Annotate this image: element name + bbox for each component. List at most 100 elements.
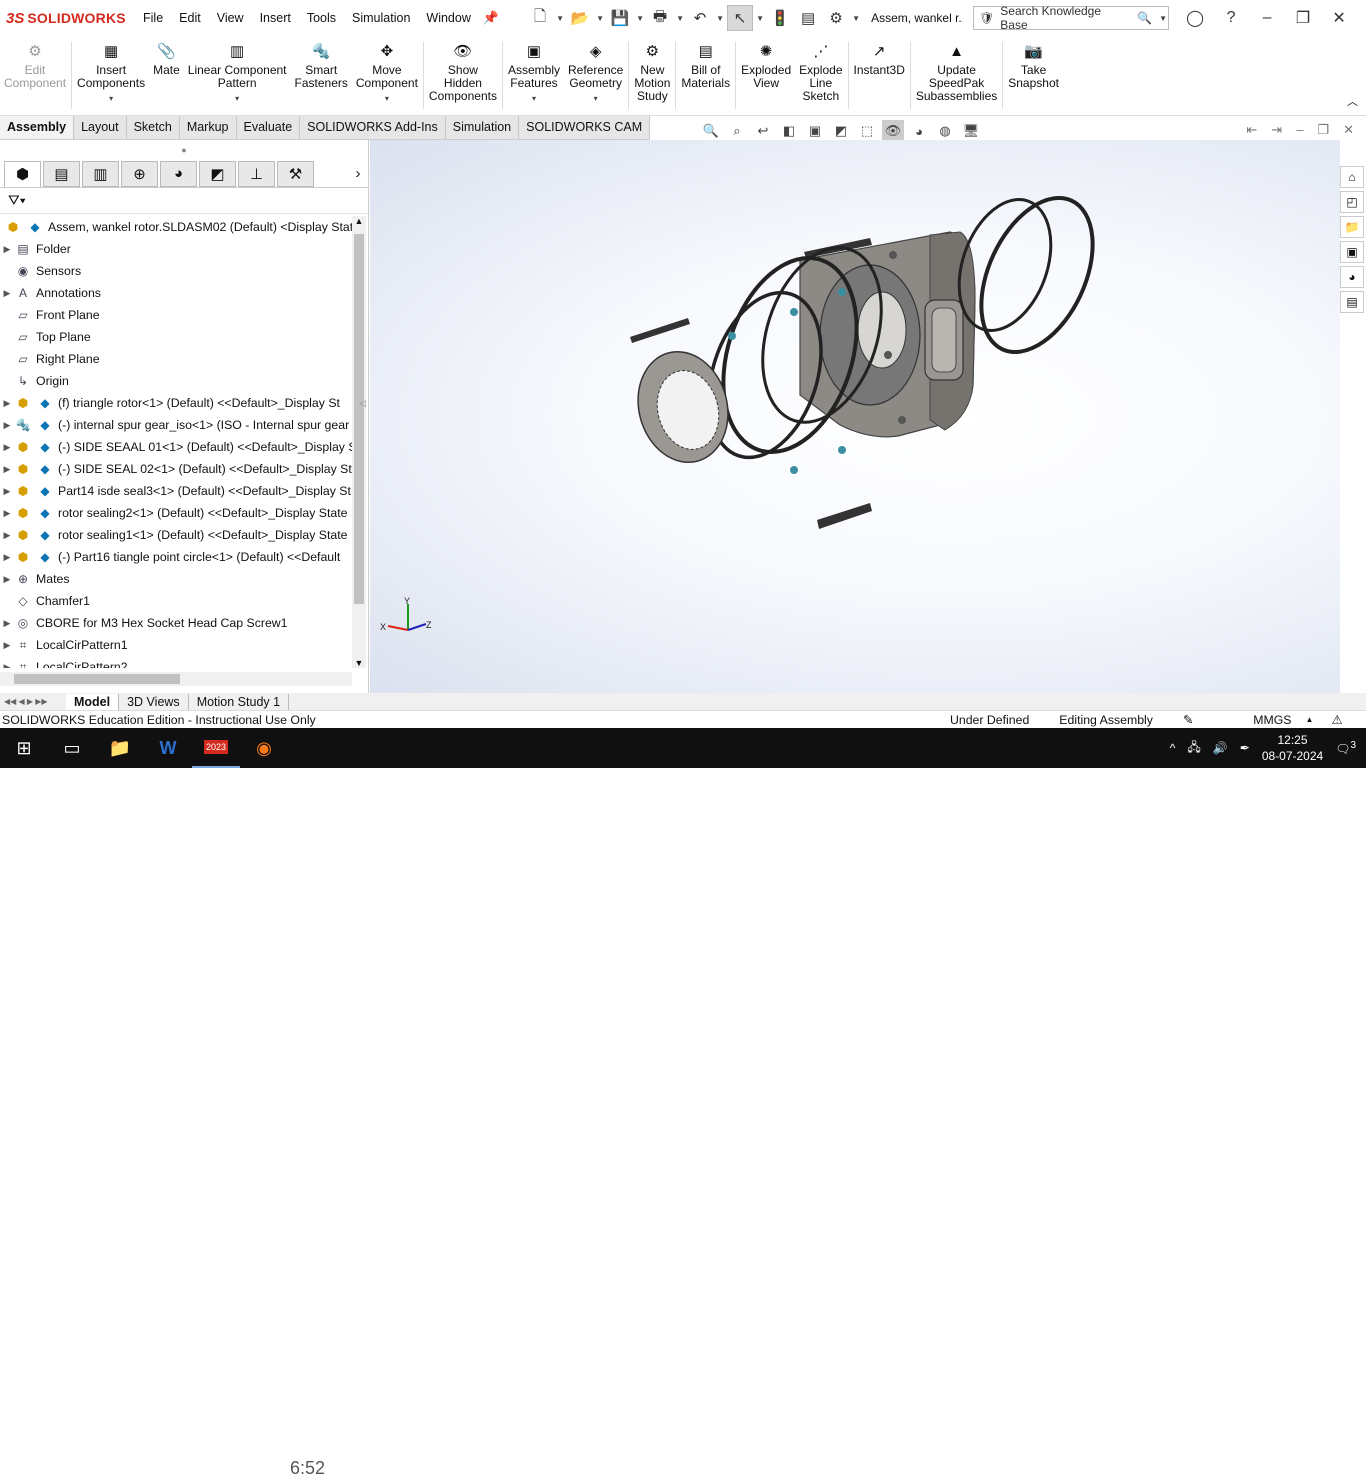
ribbon-button-bill-of-materials[interactable]: ▤ Bill of Materials (677, 36, 734, 115)
undo-icon[interactable]: ↶ (687, 5, 713, 31)
pin-icon[interactable]: 📌 (483, 10, 499, 26)
ribbon-button-take-snapshot[interactable]: 📷 Take Snapshot (1004, 36, 1063, 115)
ribbon-button-mate[interactable]: 📎 Mate (149, 36, 184, 115)
scroll-down-icon[interactable]: ▼ (352, 658, 366, 668)
rebuild-status-icon[interactable]: ✎ (1183, 713, 1193, 727)
ribbon-button-new-motion[interactable]: ⚙ New Motion Study (630, 36, 674, 115)
tree-item[interactable]: ▱ Top Plane (0, 326, 352, 348)
units-dropdown-icon[interactable]: ▲ (1306, 715, 1314, 724)
expand-icon[interactable]: ▶ (0, 288, 14, 299)
command-tab-solidworks-add-ins[interactable]: SOLIDWORKS Add-Ins (300, 116, 446, 139)
ribbon-dropdown-icon[interactable]: ▾ (385, 92, 389, 105)
apply-scene-icon[interactable]: ◍ (934, 120, 956, 142)
undo-dropdown-icon[interactable]: ▼ (715, 14, 725, 23)
save-icon[interactable]: 💾 (607, 5, 633, 31)
viewport-close-icon[interactable]: ✕ (1343, 122, 1354, 138)
ribbon-button-insert-components[interactable]: ▦ Insert Components ▾ (73, 36, 149, 115)
search-dropdown-icon[interactable]: ▼ (1158, 14, 1168, 23)
expand-icon[interactable]: ▶ (0, 552, 14, 563)
tree-item[interactable]: ▶ ⊕ Mates (0, 568, 352, 590)
command-tab-sketch[interactable]: Sketch (127, 116, 180, 139)
edit-appearance-icon[interactable]: ◕ (908, 120, 930, 142)
expand-icon[interactable]: ▶ (0, 442, 14, 453)
tab-motion-study-1[interactable]: Motion Study 1 (189, 693, 290, 710)
assembly-model[interactable] (370, 140, 1340, 693)
new-document-icon[interactable]: 🗋 (527, 5, 553, 31)
design-library-icon[interactable]: ◰ (1340, 191, 1364, 213)
ribbon-button-update-speedpak[interactable]: ▲ Update SpeedPak Subassemblies (912, 36, 1001, 115)
dimxpert-manager-tab-icon[interactable]: ⊕ (121, 160, 158, 187)
tree-item[interactable]: ▶ ⬢ ◆ (-) SIDE SEAL 02<1> (Default) <<Defau… (0, 458, 352, 480)
tab-3d-views[interactable]: 3D Views (119, 693, 189, 710)
tray-overflow-icon[interactable]: ^ (1170, 741, 1176, 755)
ribbon-button-assembly-features[interactable]: ▣ Assembly Features ▾ (504, 36, 564, 115)
expand-icon[interactable]: ▶ (0, 486, 14, 497)
tree-item[interactable]: ▶ ⌗ LocalCirPattern2 (0, 656, 352, 669)
tree-item[interactable]: ↳ Origin (0, 370, 352, 392)
task-view-icon[interactable]: ▭ (48, 728, 96, 768)
select-icon[interactable]: ↖ (727, 5, 754, 31)
custom-properties-icon[interactable]: ▤ (1340, 291, 1364, 313)
command-tab-layout[interactable]: Layout (74, 116, 127, 139)
menu-file[interactable]: File (135, 11, 171, 25)
options-icon[interactable]: ⚙ (823, 5, 849, 31)
save-dropdown-icon[interactable]: ▼ (635, 14, 645, 23)
command-tab-markup[interactable]: Markup (180, 116, 237, 139)
search-input[interactable]: 🛡 Search Knowledge Base 🔍 ▼ (973, 4, 1170, 32)
viewport-next-icon[interactable]: ⇥ (1271, 122, 1282, 138)
file-explorer-taskbar-icon[interactable]: 📁 (96, 728, 144, 768)
tree-item[interactable]: ▶ ⬢ ◆ (f) triangle rotor<1> (Default) <<Def… (0, 392, 352, 414)
firefox-icon[interactable]: ◉ (240, 728, 288, 768)
expand-icon[interactable]: ▶ (0, 508, 14, 519)
customize-status-icon[interactable]: ⚠ (1331, 713, 1342, 727)
print-icon[interactable]: 🖶 (647, 5, 673, 31)
new-dropdown-icon[interactable]: ▼ (555, 14, 565, 23)
tree-item[interactable]: ▱ Front Plane (0, 304, 352, 326)
tree-item[interactable]: ▶ ⬢ ◆ Part14 isde seal3<1> (Default) <<Defa… (0, 480, 352, 502)
tree-horizontal-scrollbar[interactable] (0, 672, 352, 686)
view-settings-icon[interactable]: 🖥 (960, 120, 982, 142)
menu-edit[interactable]: Edit (171, 11, 209, 25)
ribbon-dropdown-icon[interactable]: ▾ (594, 92, 598, 105)
ribbon-dropdown-icon[interactable]: ▾ (532, 92, 536, 105)
open-icon[interactable]: 📂 (567, 5, 593, 31)
display-style-icon[interactable]: ⬚ (856, 120, 878, 142)
file-explorer-icon[interactable]: 📁 (1340, 216, 1364, 238)
ribbon-button-instant3d[interactable]: ↗ Instant3D (850, 36, 909, 115)
command-tab-evaluate[interactable]: Evaluate (237, 116, 301, 139)
command-tab-solidworks-cam[interactable]: SOLIDWORKS CAM (519, 116, 651, 139)
tree-item[interactable]: ▶ ⬢ ◆ rotor sealing1<1> (Default) <<Default… (0, 524, 352, 546)
status-units[interactable]: MMGS (1253, 713, 1291, 727)
scroll-thumb[interactable] (354, 234, 364, 604)
expand-icon[interactable]: ▶ (0, 398, 14, 409)
section-view-icon[interactable]: ◧ (778, 120, 800, 142)
ribbon-button-smart-fasteners[interactable]: 🔩 Smart Fasteners (291, 36, 352, 115)
expand-icon[interactable]: ▶ (0, 662, 14, 669)
tree-vertical-scrollbar[interactable]: ▲ ▼ (352, 216, 366, 668)
viewport-restore-icon[interactable]: ❐ (1317, 122, 1329, 138)
restore-icon[interactable]: ❐ (1285, 8, 1321, 28)
hscroll-thumb[interactable] (14, 674, 180, 684)
viewport-prev-icon[interactable]: ⇤ (1246, 122, 1257, 138)
word-icon[interactable]: W (144, 728, 192, 768)
menu-simulation[interactable]: Simulation (344, 11, 418, 25)
ribbon-button-exploded-view[interactable]: ✺ Exploded View (737, 36, 795, 115)
command-tab-assembly[interactable]: Assembly (0, 116, 75, 139)
expand-icon[interactable]: ▶ (0, 420, 14, 431)
cam-tools-tab-icon[interactable]: ⚒ (277, 160, 314, 187)
tree-item[interactable]: ▶ ◎ CBORE for M3 Hex Socket Head Cap Screw… (0, 612, 352, 634)
ribbon-button-reference-geometry[interactable]: ◈ Reference Geometry ▾ (564, 36, 627, 115)
expand-icon[interactable]: ▶ (0, 464, 14, 475)
filter-icon[interactable]: ⛛▾ (8, 192, 26, 209)
expand-icon[interactable]: ▶ (0, 530, 14, 541)
help-icon[interactable]: ? (1213, 9, 1249, 27)
print-dropdown-icon[interactable]: ▼ (675, 14, 685, 23)
collapse-ribbon-icon[interactable]: ︿ (1347, 93, 1358, 109)
notifications-icon[interactable]: 🗨3 (1335, 740, 1356, 756)
tree-item[interactable]: ▶ ⬢ ◆ rotor sealing2<1> (Default) <<Default… (0, 502, 352, 524)
ribbon-dropdown-icon[interactable]: ▾ (235, 92, 239, 105)
solidworks-taskbar-icon[interactable]: 2023 (192, 728, 240, 768)
menu-view[interactable]: View (209, 11, 252, 25)
open-dropdown-icon[interactable]: ▼ (595, 14, 605, 23)
scroll-up-icon[interactable]: ▲ (352, 216, 366, 226)
